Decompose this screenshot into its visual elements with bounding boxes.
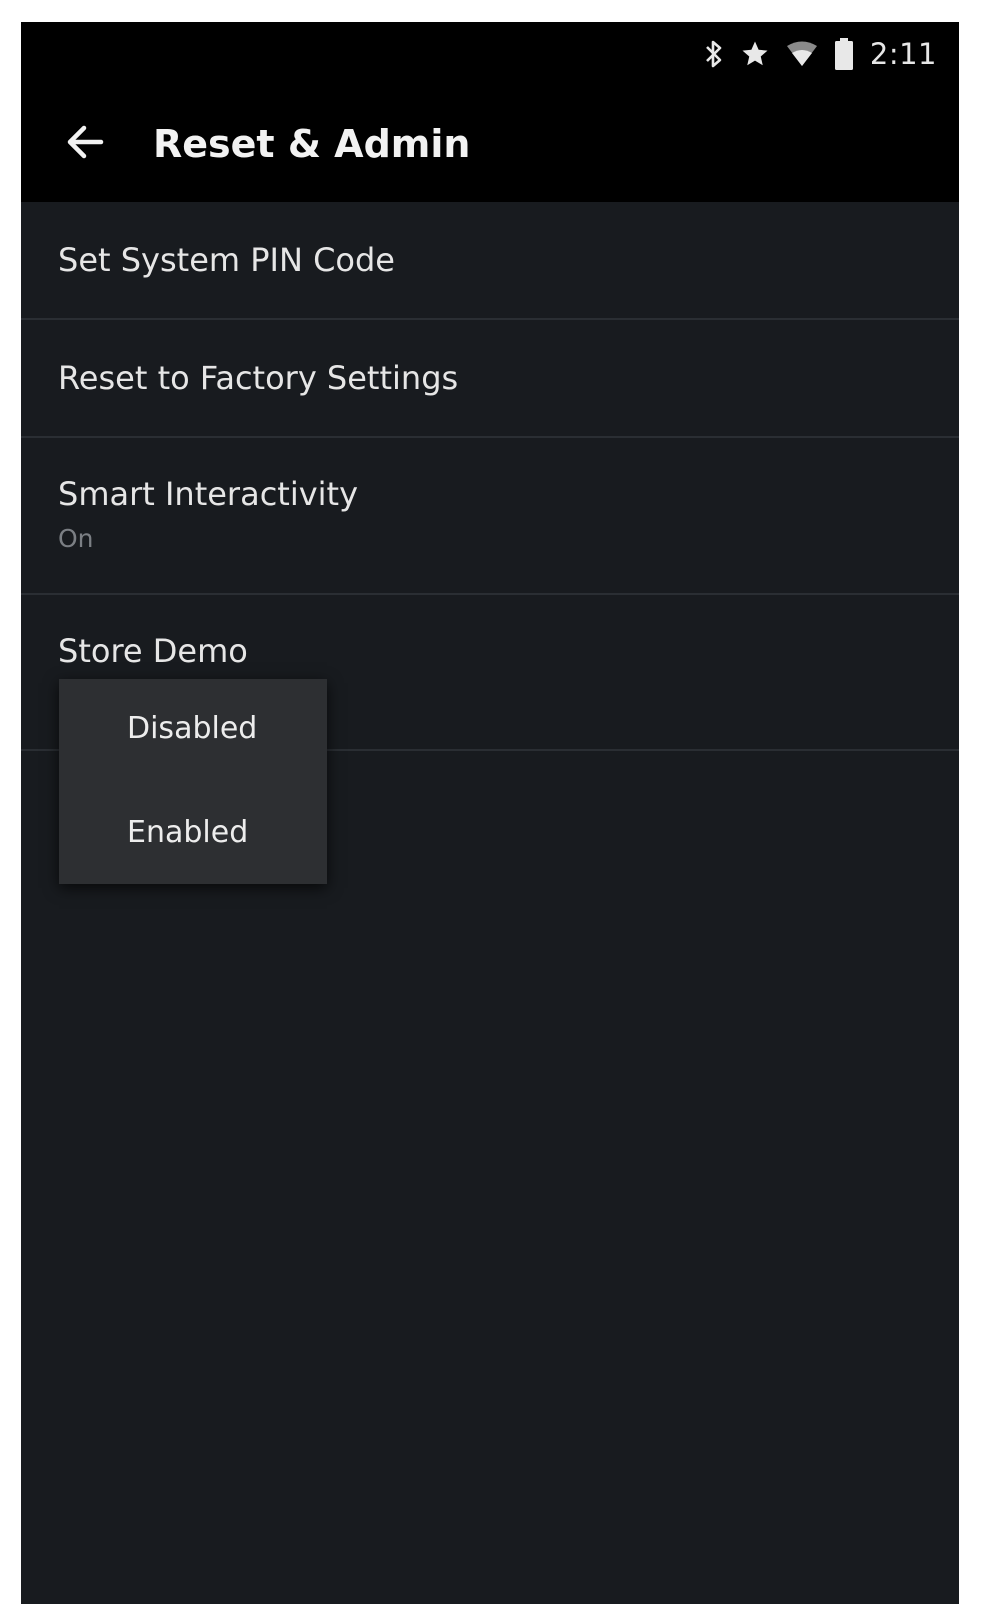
bluetooth-icon: [704, 39, 724, 69]
item-title: Set System PIN Code: [58, 241, 395, 279]
menu-option-disabled[interactable]: Disabled: [127, 709, 257, 749]
app-bar: Reset & Admin: [21, 86, 959, 202]
star-icon: [740, 39, 770, 69]
status-bar: 2:11: [21, 22, 959, 86]
set-system-pin-code-item[interactable]: Set System PIN Code: [21, 202, 959, 320]
item-title: Reset to Factory Settings: [58, 359, 459, 397]
menu-option-enabled[interactable]: Enabled: [127, 813, 248, 853]
status-time: 2:11: [869, 37, 937, 71]
status-icons: 2:11: [704, 36, 937, 72]
battery-icon: [834, 38, 854, 70]
item-title: Store Demo: [58, 632, 248, 670]
store-demo-dropdown-menu: Disabled Enabled: [59, 679, 327, 884]
arrow-back-icon: [65, 122, 105, 167]
settings-list: Set System PIN Code Reset to Factory Set…: [21, 202, 959, 751]
reset-to-factory-settings-item[interactable]: Reset to Factory Settings: [21, 320, 959, 438]
page-title: Reset & Admin: [153, 122, 471, 166]
back-button[interactable]: [55, 114, 115, 174]
item-value: On: [58, 524, 94, 553]
phone-screen: 2:11 Reset & Admin Set System PIN Code R…: [21, 22, 959, 1604]
item-title: Smart Interactivity: [58, 475, 359, 513]
smart-interactivity-item[interactable]: Smart Interactivity On: [21, 438, 959, 595]
wifi-icon: [786, 40, 818, 68]
